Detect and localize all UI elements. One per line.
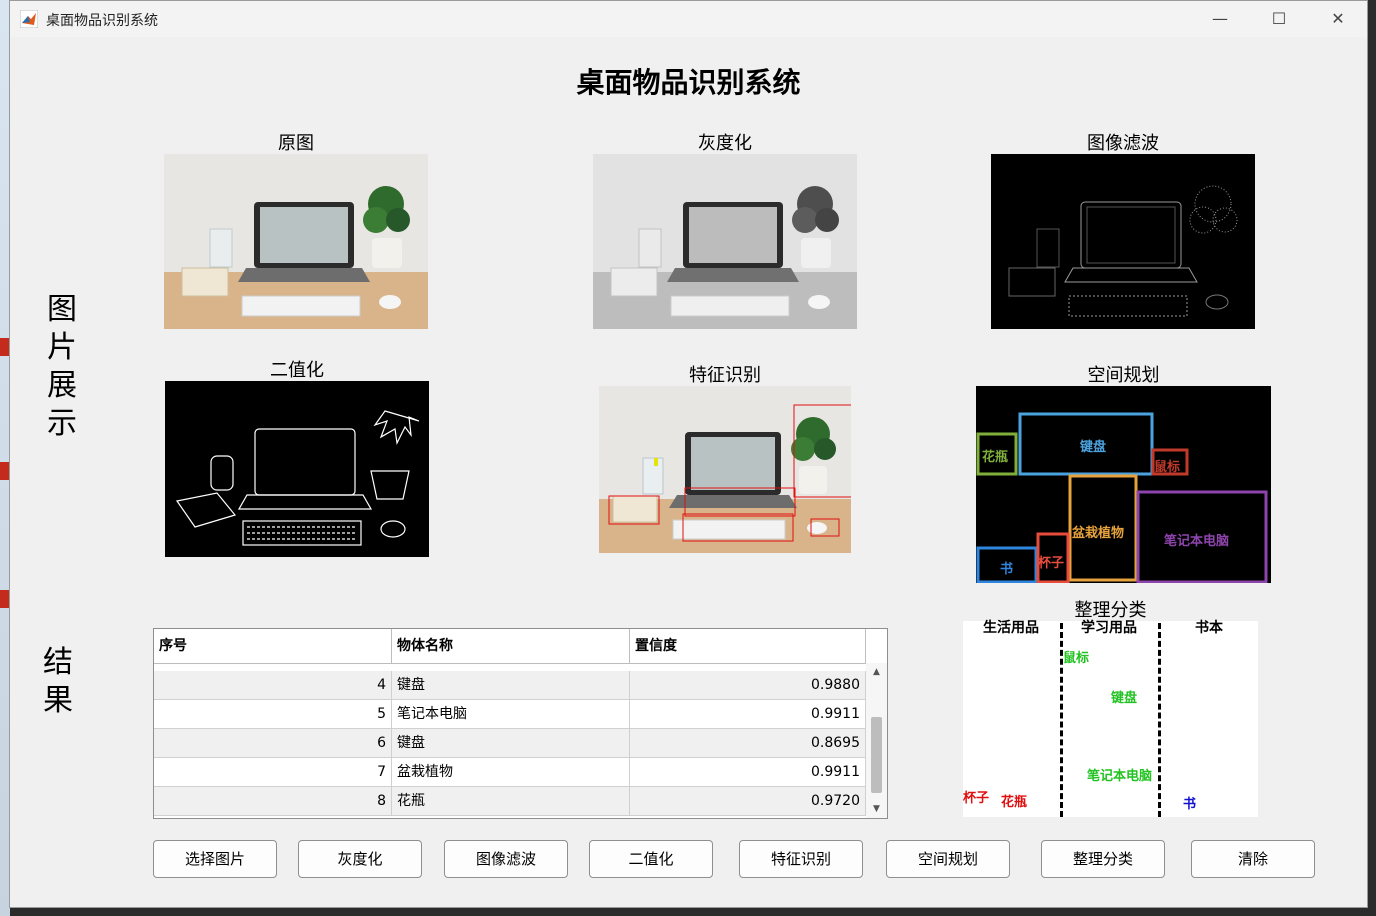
table-row[interactable]: 6 键盘 0.8695 — [154, 729, 866, 758]
cell-index: 6 — [154, 729, 392, 757]
gray-button[interactable]: 灰度化 — [298, 840, 422, 878]
sort-item: 杯子 — [963, 791, 990, 806]
binary-image — [165, 381, 429, 557]
column-header-confidence[interactable]: 置信度 — [630, 629, 866, 663]
space-box-label: 杯子 — [1038, 556, 1065, 571]
original-image — [164, 154, 428, 329]
cell-confidence: 0.9911 — [630, 700, 866, 728]
sort-item: 书 — [1183, 797, 1197, 812]
table-row[interactable]: 8 花瓶 0.9720 — [154, 787, 866, 816]
feature-image — [599, 386, 851, 553]
label-binary: 二值化 — [270, 360, 324, 381]
sort-panel: 生活用品 学习用品 书本 鼠标 键盘 笔记本电脑 杯子 花瓶 书 — [963, 620, 1258, 817]
cell-confidence: 0.9911 — [630, 758, 866, 786]
side-label-char: 结 — [43, 645, 73, 680]
sort-divider — [1158, 623, 1161, 817]
scrollbar-thumb[interactable] — [871, 717, 882, 793]
results-table[interactable]: 序号 物体名称 置信度 4 键盘 0.9880 5 笔记本电脑 0.9911 6… — [153, 628, 888, 819]
space-box-label: 书 — [1000, 562, 1014, 577]
cell-name: 花瓶 — [392, 787, 630, 815]
cell-name: 键盘 — [392, 729, 630, 757]
side-label-images: 图 片 展 示 — [42, 291, 82, 443]
clear-button[interactable]: 清除 — [1191, 840, 1315, 878]
cell-index: 8 — [154, 787, 392, 815]
sort-button[interactable]: 整理分类 — [1041, 840, 1165, 878]
cell-index: 5 — [154, 700, 392, 728]
feature-button[interactable]: 特征识别 — [739, 840, 863, 878]
scroll-down-icon[interactable]: ▼ — [871, 804, 882, 814]
label-feature: 特征识别 — [689, 365, 761, 386]
sort-column-header: 书本 — [1195, 620, 1223, 636]
column-header-index[interactable]: 序号 — [154, 629, 392, 663]
cell-name: 键盘 — [392, 671, 630, 699]
space-box-label: 花瓶 — [982, 450, 1009, 465]
space-box-label: 键盘 — [1080, 440, 1107, 455]
app-window: 桌面物品识别系统 — ☐ ✕ 桌面物品识别系统 图 片 展 示 结 果 原图 灰… — [9, 0, 1368, 908]
table-row[interactable]: 7 盆栽植物 0.9911 — [154, 758, 866, 787]
space-box-label: 鼠标 — [1154, 460, 1181, 475]
cell-confidence: 0.9720 — [630, 787, 866, 815]
cell-name: 盆栽植物 — [392, 758, 630, 786]
sort-item: 键盘 — [1111, 691, 1138, 706]
sort-column-header: 学习用品 — [1081, 620, 1137, 636]
space-plan-image: 花瓶 键盘 鼠标 盆栽植物 笔记本电脑 书 杯子 — [976, 386, 1271, 583]
sort-column-header: 生活用品 — [983, 620, 1039, 636]
cell-index: 7 — [154, 758, 392, 786]
matlab-icon — [20, 10, 38, 28]
sort-item: 鼠标 — [1063, 651, 1090, 666]
label-gray: 灰度化 — [698, 133, 752, 154]
side-label-char: 展 — [47, 368, 77, 403]
table-row[interactable]: 5 笔记本电脑 0.9911 — [154, 700, 866, 729]
title-bar: 桌面物品识别系统 — ☐ ✕ — [10, 1, 1367, 37]
select-image-button[interactable]: 选择图片 — [153, 840, 277, 878]
cell-name: 笔记本电脑 — [392, 700, 630, 728]
label-filter: 图像滤波 — [1087, 133, 1159, 154]
filter-image — [991, 154, 1255, 329]
space-box-label: 笔记本电脑 — [1164, 534, 1230, 549]
space-box-label: 盆栽植物 — [1072, 526, 1125, 541]
table-scrollbar[interactable]: ▲ ▼ — [866, 663, 887, 818]
app-title: 桌面物品识别系统 — [576, 66, 801, 99]
column-header-name[interactable]: 物体名称 — [392, 629, 630, 663]
side-label-results: 结 果 — [38, 644, 78, 720]
window-title: 桌面物品识别系统 — [46, 13, 158, 29]
table-row[interactable]: 4 键盘 0.9880 — [154, 671, 866, 700]
side-label-char: 示 — [47, 406, 77, 441]
side-label-char: 果 — [43, 683, 73, 718]
binary-button[interactable]: 二值化 — [589, 840, 713, 878]
scroll-up-icon[interactable]: ▲ — [871, 667, 882, 677]
cell-confidence: 0.9880 — [630, 671, 866, 699]
space-plan-button[interactable]: 空间规划 — [886, 840, 1010, 878]
sort-item: 花瓶 — [1001, 795, 1028, 810]
gray-image — [593, 154, 857, 329]
table-header: 序号 物体名称 置信度 — [154, 629, 866, 664]
cell-index: 4 — [154, 671, 392, 699]
label-original: 原图 — [278, 133, 314, 154]
side-label-char: 图 — [47, 292, 77, 327]
close-button[interactable]: ✕ — [1328, 9, 1348, 29]
sort-item: 笔记本电脑 — [1087, 769, 1153, 784]
side-label-char: 片 — [47, 330, 77, 365]
label-space: 空间规划 — [1087, 365, 1160, 386]
minimize-button[interactable]: — — [1210, 9, 1230, 29]
maximize-button[interactable]: ☐ — [1269, 9, 1289, 29]
cell-confidence: 0.8695 — [630, 729, 866, 757]
filter-button[interactable]: 图像滤波 — [444, 840, 568, 878]
